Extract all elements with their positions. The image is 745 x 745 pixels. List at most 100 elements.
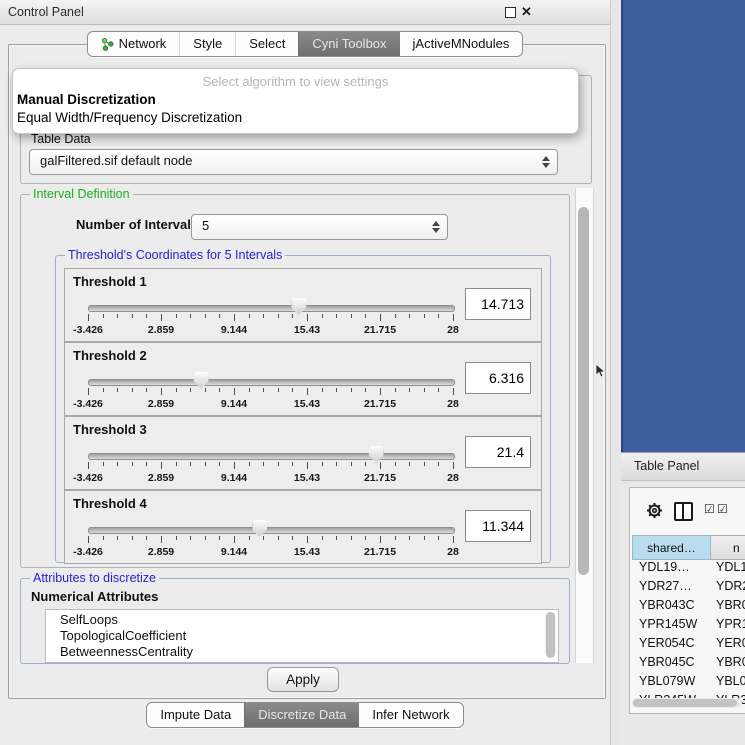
threshold-1-field[interactable] <box>465 288 531 320</box>
table-row[interactable]: YPR145WYPR1 <box>632 617 745 636</box>
tab-discretize-data-label: Discretize Data <box>258 703 346 727</box>
column-header-name[interactable]: n <box>711 535 745 560</box>
node-table: shared… n YDL19…YDL1YDR27…YDR2YBR043CYBR… <box>632 535 745 714</box>
list-item[interactable]: SelfLoops <box>60 612 558 628</box>
tab-network[interactable]: Network <box>88 32 180 56</box>
slider-track[interactable] <box>88 379 455 386</box>
list-scrollbar[interactable] <box>545 612 556 658</box>
threshold-2-field[interactable] <box>465 362 531 394</box>
cell-shared-name[interactable]: YIL052C <box>632 712 711 714</box>
threshold-4-label: Threshold 4 <box>73 496 147 511</box>
gear-icon[interactable] <box>646 502 663 519</box>
cell-name[interactable]: YIL0 <box>711 712 745 714</box>
network-icon <box>101 38 114 51</box>
float-window-icon[interactable] <box>505 7 516 18</box>
tab-cyni-toolbox[interactable]: Cyni Toolbox <box>298 32 399 56</box>
attributes-group: Attributes to discretize Numerical Attri… <box>20 578 570 664</box>
threshold-1-slider[interactable]: -3.4262.8599.14415.4321.71528 <box>88 297 453 337</box>
column-settings-icon[interactable] <box>674 502 693 521</box>
threshold-1-label: Threshold 1 <box>73 274 147 289</box>
slider-ticks <box>88 314 453 323</box>
cell-shared-name[interactable]: YBR043C <box>632 598 711 617</box>
cell-name[interactable]: YDL1 <box>711 560 745 579</box>
table-row[interactable]: YER054CYER0 <box>632 636 745 655</box>
table-data-combobox[interactable]: galFiltered.sif default node <box>29 149 558 175</box>
tab-style[interactable]: Style <box>179 32 235 56</box>
table-data-value: galFiltered.sif default node <box>40 150 192 172</box>
slider-knob[interactable] <box>291 298 306 315</box>
algorithm-dropdown-popup: Select algorithm to view settings Manual… <box>12 68 579 134</box>
slider-track[interactable] <box>88 305 455 312</box>
slider-scale-labels: -3.4262.8599.14415.4321.71528 <box>88 546 453 558</box>
table-panel-body: ☑ ☑ shared… n YDL19…YDL1YDR27…YDR2YBR043… <box>621 482 745 745</box>
slider-ticks <box>88 462 453 471</box>
numerical-attributes-label: Numerical Attributes <box>31 589 158 604</box>
scale-label: 2.859 <box>148 546 174 558</box>
cell-name[interactable]: YER0 <box>711 636 745 655</box>
popup-option-manual-discretization[interactable]: Manual Discretization <box>17 92 156 107</box>
scale-label: 28 <box>447 546 459 558</box>
scale-label: 21.715 <box>364 546 396 558</box>
tab-jactivemnodules[interactable]: jActiveMNodules <box>400 32 523 56</box>
close-icon[interactable]: ✕ <box>521 3 532 21</box>
list-item[interactable]: BetweennessCentrality <box>60 644 558 660</box>
slider-knob[interactable] <box>369 446 384 463</box>
tab-discretize-data[interactable]: Discretize Data <box>244 703 359 727</box>
tab-cyni-toolbox-label: Cyni Toolbox <box>312 32 386 56</box>
column-header-shared-name[interactable]: shared… <box>632 535 711 560</box>
threshold-4-slider[interactable]: -3.4262.8599.14415.4321.71528 <box>88 519 453 559</box>
cell-shared-name[interactable]: YBR045C <box>632 655 711 674</box>
numerical-attributes-list[interactable]: SelfLoops TopologicalCoefficient Between… <box>45 609 559 663</box>
threshold-2-slider[interactable]: -3.4262.8599.14415.4321.71528 <box>88 371 453 411</box>
list-item[interactable]: TopologicalCoefficient <box>60 628 558 644</box>
table-row[interactable]: YBR045CYBR0 <box>632 655 745 674</box>
settings-scrollbar[interactable] <box>575 188 594 663</box>
slider-knob[interactable] <box>252 520 267 537</box>
node-table-panel: ☑ ☑ shared… n YDL19…YDL1YDR27…YDR2YBR043… <box>629 487 745 714</box>
scale-label: 9.144 <box>221 472 247 484</box>
cell-shared-name[interactable]: YBL079W <box>632 674 711 693</box>
scrollbar-thumb[interactable] <box>578 207 589 575</box>
threshold-2-label: Threshold 2 <box>73 348 147 363</box>
popup-option-equal-width-frequency[interactable]: Equal Width/Frequency Discretization <box>17 110 242 125</box>
cell-name[interactable]: YBL0 <box>711 674 745 693</box>
attributes-group-title: Attributes to discretize <box>30 571 159 585</box>
apply-button[interactable]: Apply <box>267 667 339 692</box>
table-row[interactable]: YBR043CYBR0 <box>632 598 745 617</box>
settings-viewport: Interval Definition Number of Intervals … <box>14 188 594 663</box>
threshold-3-field[interactable] <box>465 436 531 468</box>
checkbox-icon[interactable]: ☑ <box>717 502 728 516</box>
tab-infer-network[interactable]: Infer Network <box>359 703 462 727</box>
scale-label: 9.144 <box>221 546 247 558</box>
threshold-3-slider[interactable]: -3.4262.8599.14415.4321.71528 <box>88 445 453 485</box>
cell-name[interactable]: YBR0 <box>711 655 745 674</box>
slider-knob[interactable] <box>194 372 209 389</box>
slider-track[interactable] <box>88 527 455 534</box>
slider-track[interactable] <box>88 453 455 460</box>
tab-select[interactable]: Select <box>235 32 298 56</box>
cell-shared-name[interactable]: YPR145W <box>632 617 711 636</box>
table-rows: YDL19…YDL1YDR27…YDR2YBR043CYBR0YPR145WYP… <box>632 560 745 714</box>
cyni-mode-tabbar: Impute Data Discretize Data Infer Networ… <box>0 702 610 728</box>
table-row[interactable]: YBL079WYBL0 <box>632 674 745 693</box>
cell-name[interactable]: YBR0 <box>711 598 745 617</box>
scrollbar-thumb[interactable] <box>633 699 737 707</box>
cell-shared-name[interactable]: YER054C <box>632 636 711 655</box>
table-row[interactable]: YDL19…YDL1 <box>632 560 745 579</box>
scale-label: -3.426 <box>73 546 103 558</box>
threshold-4-field[interactable] <box>465 510 531 542</box>
cell-name[interactable]: YPR1 <box>711 617 745 636</box>
control-panel: Control Panel ✕ Network Style Select Cyn… <box>0 0 610 745</box>
scale-label: 2.859 <box>148 324 174 336</box>
table-row[interactable]: YIL052CYIL0 <box>632 712 745 714</box>
cell-name[interactable]: YDR2 <box>711 579 745 598</box>
cell-shared-name[interactable]: YDL19… <box>632 560 711 579</box>
tab-impute-data[interactable]: Impute Data <box>147 703 244 727</box>
checkbox-icon[interactable]: ☑ <box>704 502 715 516</box>
table-row[interactable]: YDR27…YDR2 <box>632 579 745 598</box>
table-horizontal-scrollbar[interactable] <box>632 698 742 708</box>
threshold-4-block: Threshold 4 -3.4262.8599.14415.4321.7152… <box>64 490 542 564</box>
cell-shared-name[interactable]: YDR27… <box>632 579 711 598</box>
number-of-intervals-combobox[interactable]: 5 <box>191 214 448 240</box>
interval-definition-group: Interval Definition Number of Intervals … <box>20 194 570 568</box>
